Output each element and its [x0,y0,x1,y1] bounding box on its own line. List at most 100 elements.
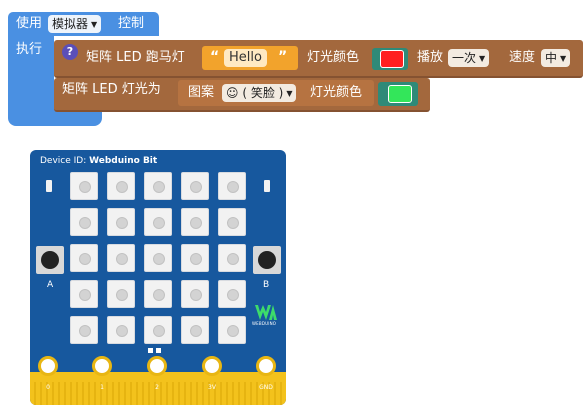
edge-stripe [190,382,192,405]
close-quote-icon: ” [278,49,288,65]
edge-stripe [118,382,120,405]
matrix-led-marquee-block[interactable]: ? 矩阵 LED 跑马灯 “ Hello ” 灯光颜色 播放 一次 ▼ 速度 中 ▼ [54,40,583,78]
led-pattern-label: 矩阵 LED 灯光为 [62,82,161,97]
speed-dropdown[interactable]: 中 ▼ [541,49,571,67]
pin-2-hole[interactable] [147,356,167,376]
button-a-label: A [47,280,54,290]
edge-stripe [178,382,180,405]
pin-1-hole[interactable] [92,356,112,376]
button-b[interactable] [253,246,281,274]
use-label: 使用 [16,16,43,31]
led-r4-c3 [144,280,172,308]
marquee-color-block[interactable] [372,48,408,70]
pattern-dropdown[interactable]: ☺ ( 笑脸 ) ▼ [222,84,297,102]
led-r1-c4 [181,172,209,200]
edge-stripe [238,382,240,405]
led-r3-c3 [144,244,172,272]
led-r5-c4 [181,316,209,344]
pattern-color-label: 灯光颜色 [310,85,363,100]
pattern-color-swatch[interactable] [388,85,412,103]
speed-label: 速度 [509,50,536,65]
led-r4-c2 [107,280,135,308]
led-r3-c4 [181,244,209,272]
led-r2-c2 [107,208,135,236]
edge-stripe [172,382,174,405]
connector-pad [148,348,153,353]
led-r5-c5 [218,316,246,344]
connector-pad [156,348,161,353]
pin-gnd-hole[interactable] [256,356,276,376]
edge-stripe [136,382,138,405]
led-r4-c4 [181,280,209,308]
pin-label: 0 [46,384,50,391]
led-r3-c5 [218,244,246,272]
edge-stripe [184,382,186,405]
dropdown-arrow-icon: ▼ [286,89,293,98]
pattern-label: 图案 [188,85,215,100]
control-label: 控制 [118,16,145,31]
button-b-cap [258,251,276,269]
pin-label: GND [259,384,273,391]
button-a-cap [41,251,59,269]
edge-stripe [232,382,234,405]
edge-stripe [130,382,132,405]
led-r1-c5 [218,172,246,200]
edge-stripe [124,382,126,405]
edge-stripe [64,382,66,405]
led-r5-c3 [144,316,172,344]
led-r3-c1 [70,244,98,272]
dropdown-arrow-icon: ▼ [479,54,486,63]
led-r1-c2 [107,172,135,200]
pattern-block[interactable]: 图案 ☺ ( 笑脸 ) ▼ 灯光颜色 [178,80,374,106]
edge-stripe [82,382,84,405]
edge-stripe [76,382,78,405]
device-dropdown-value: 模拟器 [52,17,89,31]
pin-3v-hole[interactable] [202,356,222,376]
led-r4-c5 [218,280,246,308]
execute-label: 执行 [16,42,43,57]
dropdown-arrow-icon: ▼ [91,20,98,29]
led-r2-c3 [144,208,172,236]
speed-dropdown-value: 中 [545,51,558,65]
led-r5-c2 [107,316,135,344]
marquee-label: 矩阵 LED 跑马灯 [86,50,185,65]
led-r2-c5 [218,208,246,236]
device-name: Webduino Bit [89,156,158,166]
led-r4-c1 [70,280,98,308]
pin-0-hole[interactable] [38,356,58,376]
button-b-label: B [263,280,270,290]
logo-text: WEBDUINO [252,321,277,326]
play-label: 播放 [417,50,444,65]
dropdown-arrow-icon: ▼ [560,54,567,63]
led-r2-c1 [70,208,98,236]
text-value-field[interactable]: Hello [224,49,267,67]
edge-stripe [244,382,246,405]
matrix-led-pattern-block[interactable]: 矩阵 LED 灯光为 图案 ☺ ( 笑脸 ) ▼ 灯光颜色 [54,78,430,112]
led-r3-c2 [107,244,135,272]
webduino-bit-board: Device ID: Webduino Bit A B WEBDUINO 0 1 2… [30,150,286,405]
device-dropdown[interactable]: 模拟器 ▼ [48,15,102,33]
pin-label: 2 [155,384,159,391]
use-simulator-block-header[interactable]: 使用 模拟器 ▼ 控制 [8,12,159,36]
open-quote-icon: “ [210,49,220,65]
play-dropdown[interactable]: 一次 ▼ [448,49,490,67]
pattern-color-block[interactable] [378,82,418,106]
side-led-left [46,180,52,192]
marquee-color-swatch[interactable] [380,50,404,68]
use-simulator-block-body: 执行 [8,36,54,108]
led-r1-c1 [70,172,98,200]
text-value-block[interactable]: “ Hello ” [202,46,298,70]
led-r1-c3 [144,172,172,200]
led-r2-c4 [181,208,209,236]
help-icon[interactable]: ? [62,44,78,60]
pin-label: 1 [100,384,104,391]
side-led-right [264,180,270,192]
led-r5-c1 [70,316,98,344]
device-id-label: Device ID: [40,156,87,166]
pin-label: 3V [208,384,216,391]
edge-stripe [70,382,72,405]
marquee-color-label: 灯光颜色 [307,50,360,65]
pattern-dropdown-value: ☺ ( 笑脸 ) [226,86,284,100]
device-id: Device ID: Webduino Bit [40,156,157,166]
button-a[interactable] [36,246,64,274]
